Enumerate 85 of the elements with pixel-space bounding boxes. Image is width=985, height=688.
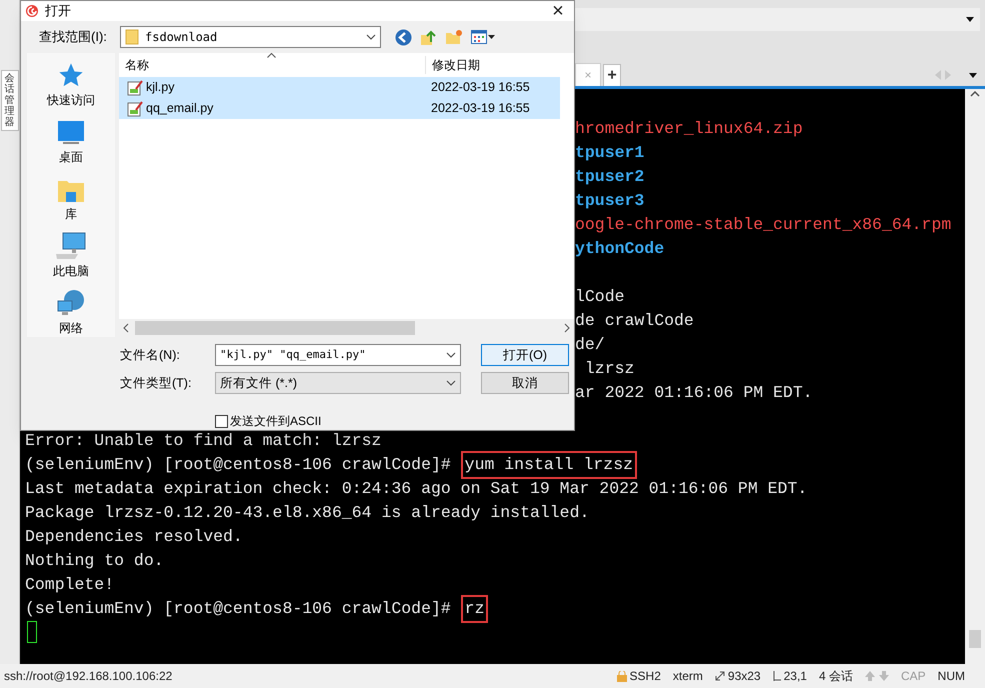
- network-icon: [56, 289, 86, 317]
- place-item[interactable]: 网络: [56, 289, 86, 337]
- checkbox-label: 发送文件到ASCII: [230, 413, 322, 430]
- file-name-field[interactable]: "kjl.py" "qq_email.py": [215, 344, 461, 366]
- up-folder-icon[interactable]: [420, 28, 437, 46]
- terminal-line: Error: Unable to find a match: lzrsz: [25, 430, 382, 452]
- cursor-position: 23,1: [784, 668, 807, 685]
- scroll-left-icon[interactable]: [123, 323, 129, 333]
- terminal-line: Package lrzsz-0.12.20-43.el8.x86_64 is already installed.: [25, 502, 590, 524]
- file-name: kjl.py: [146, 79, 174, 96]
- place-item[interactable]: 桌面: [57, 118, 85, 166]
- view-menu-button[interactable]: [471, 30, 495, 44]
- file-type-label: 文件类型(T):: [120, 374, 192, 392]
- file-row[interactable]: kjl.py 2022-03-19 16:55: [119, 77, 560, 98]
- look-in-label: 查找范围(I):: [39, 28, 108, 46]
- caret-icon: [966, 17, 974, 22]
- chevron-down-icon: [446, 352, 456, 358]
- terminal-line: de crawlCode: [575, 311, 694, 330]
- num-lock-indicator: NUM: [938, 668, 965, 685]
- terminal-line: Dependencies resolved.: [25, 526, 243, 548]
- arrow-down-icon[interactable]: [878, 671, 889, 681]
- new-tab-button[interactable]: +: [603, 64, 621, 86]
- terminal-type: xterm: [672, 668, 703, 685]
- terminal-line: tpuser2: [575, 167, 644, 186]
- text-file-icon: [127, 100, 143, 116]
- chevron-down-icon: [366, 34, 376, 40]
- cursor-position-icon: [772, 671, 781, 681]
- column-header[interactable]: 名称: [119, 56, 425, 74]
- session-manager-tab[interactable]: 会话管理器: [0, 70, 18, 131]
- terminal-line: (seleniumEnv) [root@centos8-106 crawlCode]#: [25, 454, 452, 476]
- place-item[interactable]: 此电脑: [53, 232, 89, 280]
- terminal-line: (seleniumEnv) [root@centos8-106 crawlCode]#: [25, 598, 452, 620]
- terminal-line: Complete!: [25, 574, 114, 596]
- lock-icon: [616, 670, 627, 682]
- place-item[interactable]: 快速访问: [47, 61, 95, 109]
- caret-icon[interactable]: [969, 72, 977, 78]
- grid-view-icon: [471, 30, 487, 44]
- terminal-line: Nothing to do.: [25, 550, 164, 572]
- computer-icon: [55, 232, 87, 260]
- file-type-dropdown[interactable]: 所有文件 (*.*): [215, 372, 461, 394]
- open-button[interactable]: 打开(O): [481, 344, 569, 366]
- caret-icon: [488, 35, 495, 40]
- file-row[interactable]: qq_email.py 2022-03-19 16:55: [119, 98, 560, 119]
- close-button[interactable]: ×: [546, 1, 570, 22]
- arrow-up-icon[interactable]: [864, 671, 875, 681]
- sort-ascending-icon: [267, 53, 276, 58]
- terminal-cursor: [27, 621, 37, 643]
- highlighted-command: yum install lrzsz: [460, 451, 637, 479]
- dialog-title: 打开: [45, 2, 71, 20]
- caps-lock-indicator: CAP: [900, 668, 926, 685]
- column-header[interactable]: 修改日期: [425, 56, 480, 74]
- terminal-line: hromedriver_linux64.zip: [575, 119, 803, 138]
- monitor-icon: [57, 120, 85, 146]
- connection-address: ssh://root@192.168.100.106:22: [4, 668, 172, 685]
- back-icon[interactable]: [395, 28, 412, 46]
- chevron-down-icon: [446, 380, 456, 386]
- terminal-line: tpuser1: [575, 143, 644, 162]
- highlighted-command: rz: [460, 595, 488, 623]
- terminal-line: de/: [575, 335, 605, 354]
- cancel-button[interactable]: 取消: [481, 372, 569, 394]
- terminal-line: Last metadata expiration check: 0:24:36 ago on Sat 19 Mar 2022 01:16:06 PM EDT.: [25, 478, 808, 500]
- terminal-line: ar 2022 01:16:06 PM EDT.: [575, 383, 813, 402]
- scroll-right-icon[interactable]: [564, 323, 570, 333]
- place-item[interactable]: 库: [57, 175, 85, 223]
- terminal-line: lzrsz: [584, 359, 634, 378]
- star-icon: [57, 61, 85, 89]
- protocol-label: SSH2: [630, 668, 661, 685]
- checkbox[interactable]: [215, 414, 228, 428]
- new-folder-icon[interactable]: [445, 29, 463, 46]
- look-in-dropdown[interactable]: fsdownload: [120, 26, 381, 48]
- terminal-line: oogle-chrome-stable_current_x86_64.rpm: [575, 215, 952, 234]
- folder-icon: [125, 29, 139, 46]
- scroll-up-icon[interactable]: [970, 91, 980, 97]
- terminal-line: ythonCode: [575, 239, 664, 258]
- terminal-line: lCode: [575, 287, 625, 306]
- file-name: qq_email.py: [146, 100, 214, 118]
- resize-icon: [714, 671, 725, 681]
- file-date: 2022-03-19 16:55: [430, 100, 530, 118]
- terminal-size: 93x23: [728, 668, 761, 685]
- file-date: 2022-03-19 16:55: [430, 79, 530, 96]
- file-name-label: 文件名(N):: [120, 346, 181, 364]
- text-file-icon: [127, 80, 143, 96]
- swirl-logo-icon: [25, 4, 39, 18]
- session-count: 4 会话: [818, 668, 853, 685]
- terminal-line: tpuser3: [575, 191, 644, 210]
